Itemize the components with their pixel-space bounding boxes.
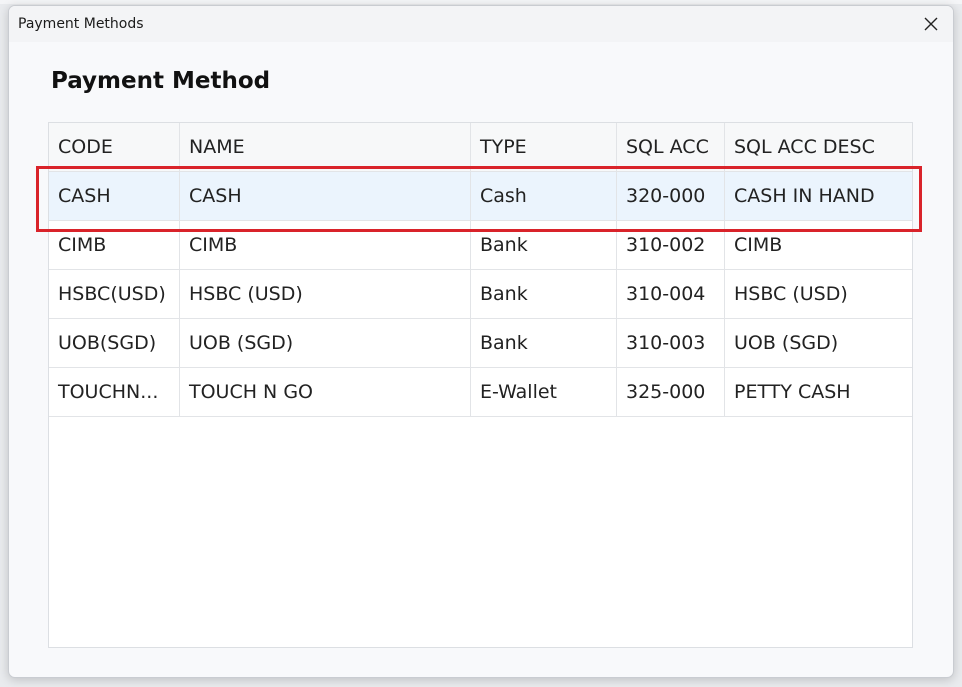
table-row[interactable]: CASH CASH Cash 320-000 CASH IN HAND [49, 172, 912, 221]
payment-method-table: CODE NAME TYPE SQL ACC SQL ACC DESC CASH… [48, 122, 913, 648]
title-bar: Payment Methods [9, 6, 953, 42]
cell-name: HSBC (USD) [180, 270, 471, 318]
cell-name: CASH [180, 172, 471, 220]
cell-sql-acc-desc: CIMB [734, 234, 783, 256]
cell-sql-acc: 320-000 [617, 172, 725, 220]
cell-name: UOB (SGD) [180, 319, 471, 367]
table-row[interactable]: UOB(SGD) UOB (SGD) Bank 310-003 UOB (SGD… [49, 319, 912, 368]
cell-sql-acc: 310-002 [617, 221, 725, 269]
close-button[interactable] [909, 6, 953, 42]
cell-type: E-Wallet [471, 368, 617, 416]
cell-sql-acc: 310-003 [617, 319, 725, 367]
payment-methods-dialog: Payment Methods Payment Method CODE NAME… [8, 5, 954, 678]
cell-sql-acc-desc: PETTY CASH [734, 381, 851, 403]
cell-sql-acc-desc: UOB (SGD) [734, 332, 839, 354]
column-header-sql-acc[interactable]: SQL ACC [617, 123, 725, 171]
cell-type: Bank [471, 270, 617, 318]
column-header-type[interactable]: TYPE [471, 123, 617, 171]
cell-sql-acc: 325-000 [617, 368, 725, 416]
table-header-row: CODE NAME TYPE SQL ACC SQL ACC DESC [49, 123, 912, 172]
table-row[interactable]: TOUCHN... TOUCH N GO E-Wallet 325-000 PE… [49, 368, 912, 417]
cell-type: Cash [471, 172, 617, 220]
column-header-sql-acc-desc[interactable]: SQL ACC DESC [725, 123, 913, 171]
background-app [0, 0, 962, 4]
cell-code: CIMB [49, 221, 180, 269]
cell-sql-acc: 310-004 [617, 270, 725, 318]
cell-sql-acc-desc: HSBC (USD) [734, 283, 848, 305]
column-header-name[interactable]: NAME [180, 123, 471, 171]
cell-code: CASH [49, 172, 180, 220]
cell-name: CIMB [180, 221, 471, 269]
cell-code: UOB(SGD) [49, 319, 180, 367]
cell-code: TOUCHN... [49, 368, 180, 416]
cell-code: HSBC(USD) [49, 270, 180, 318]
cell-name: TOUCH N GO [180, 368, 471, 416]
close-icon [924, 17, 938, 31]
column-header-code[interactable]: CODE [49, 123, 180, 171]
cell-type: Bank [471, 319, 617, 367]
cell-type: Bank [471, 221, 617, 269]
window-title: Payment Methods [18, 16, 144, 32]
table-row[interactable]: HSBC(USD) HSBC (USD) Bank 310-004 HSBC (… [49, 270, 912, 319]
table-row[interactable]: CIMB CIMB Bank 310-002 CIMB [49, 221, 912, 270]
page-heading: Payment Method [51, 68, 271, 94]
cell-sql-acc-desc: CASH IN HAND [734, 185, 875, 207]
